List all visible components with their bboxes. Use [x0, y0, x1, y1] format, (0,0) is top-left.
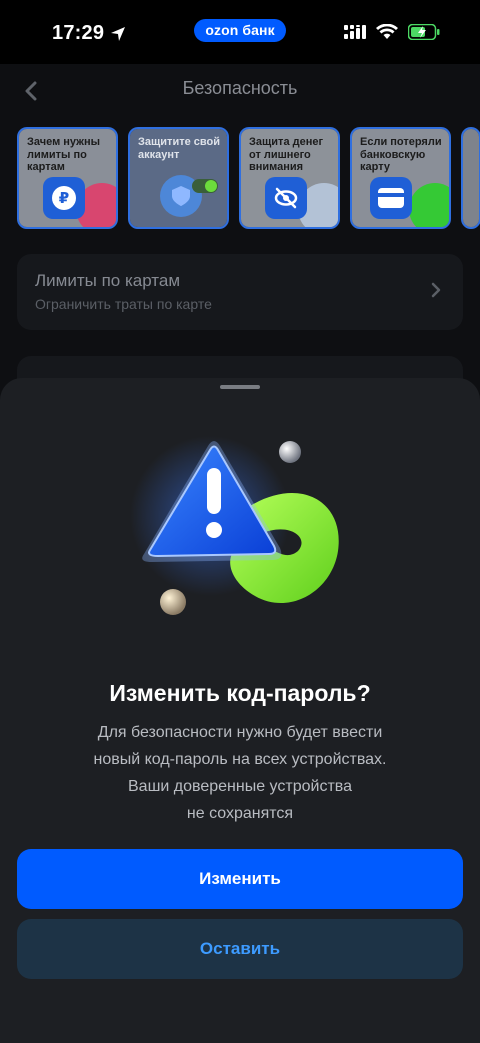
story-title: Если потеряли банковскую карту: [360, 136, 442, 173]
story-card-protection[interactable]: Защита денег от лишнего внимания: [239, 127, 340, 229]
battery-charging-icon: [408, 24, 440, 40]
toggle-decor: [192, 179, 218, 193]
sheet-description: Для безопасности нужно будет ввести новы…: [60, 719, 420, 827]
limits-title: Лимиты по картам: [35, 271, 181, 290]
warning-illustration: [130, 436, 339, 615]
story-title: Защитите свой аккаунт: [138, 136, 220, 161]
sheet-grabber[interactable]: [220, 385, 260, 389]
location-arrow-icon: [111, 26, 126, 41]
story-card-lost-card[interactable]: Если потеряли банковскую карту: [350, 127, 451, 229]
nav-bar: Безопасность: [0, 64, 480, 116]
limits-subtitle: Ограничить траты по карте: [35, 296, 212, 312]
status-time: 17:29: [52, 22, 126, 45]
card-limits-row[interactable]: Лимиты по картам Ограничить траты по кар…: [17, 254, 463, 330]
cellular-signal-icon: [344, 25, 366, 39]
card-icon: [370, 177, 412, 219]
sheet-title: Изменить код-пароль?: [109, 680, 371, 706]
story-card-partial[interactable]: [461, 127, 480, 229]
chevron-right-icon: [431, 282, 441, 298]
description-line: новый код-пароль на всех устройствах.: [93, 751, 387, 768]
keep-button[interactable]: Оставить: [17, 919, 463, 979]
brand-badge[interactable]: ozon банк: [194, 19, 286, 42]
time-label: 17:29: [52, 22, 105, 44]
story-card-limits[interactable]: Зачем нужны лимиты по картам ₽: [17, 127, 118, 229]
change-button[interactable]: Изменить: [17, 849, 463, 909]
ruble-icon: ₽: [43, 177, 85, 219]
page-title: Безопасность: [182, 78, 298, 98]
system-icons: [344, 24, 440, 40]
status-bar: 17:29 ozon банк: [0, 0, 480, 64]
description-line: не сохранятся: [186, 805, 294, 822]
description-line: Для безопасности нужно будет ввести: [97, 724, 383, 741]
story-title: Защита денег от лишнего внимания: [249, 136, 324, 173]
story-title: Зачем нужны лимиты по картам: [27, 136, 101, 173]
bottom-sheet: Изменить код-пароль? Для безопасности ну…: [0, 378, 480, 1043]
story-background: [463, 129, 479, 227]
stories-carousel: Зачем нужны лимиты по картам ₽ Защитите …: [17, 127, 480, 229]
wifi-icon: [376, 24, 398, 39]
description-line: Ваши доверенные устройства: [128, 778, 352, 795]
eye-off-icon: [265, 177, 307, 219]
svg-text:₽: ₽: [59, 189, 69, 207]
story-card-account[interactable]: Защитите свой аккаунт: [128, 127, 229, 229]
